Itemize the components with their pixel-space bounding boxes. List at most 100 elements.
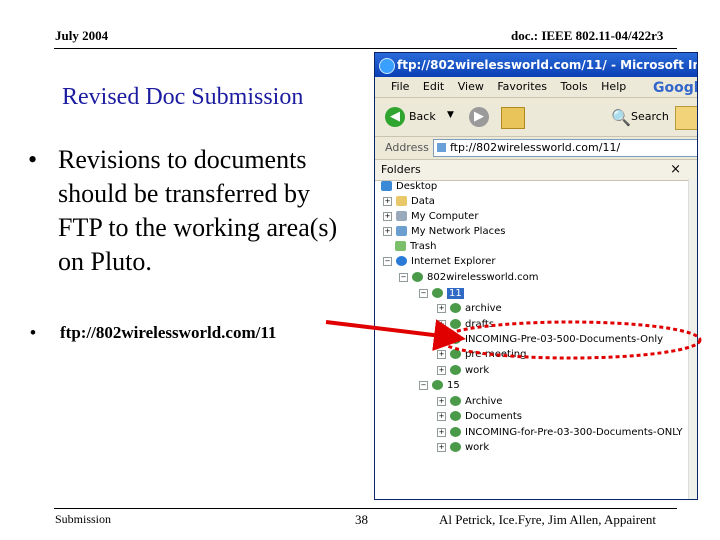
ftp-folder-icon [450, 396, 461, 406]
collapse-icon[interactable]: − [399, 272, 408, 282]
expand-icon[interactable]: + [383, 226, 392, 236]
ftp-folder-icon [450, 319, 461, 329]
tree-item[interactable]: + My Computer [383, 209, 478, 224]
ftp-folder-icon [450, 365, 461, 375]
collapse-icon[interactable]: − [419, 380, 428, 390]
page-number: 38 [355, 512, 368, 527]
chevron-down-icon[interactable]: ▼ [447, 110, 454, 120]
ftp-folder-icon [450, 442, 461, 452]
tree-item-label: drafts [465, 319, 495, 330]
tree-item[interactable]: − Internet Explorer [383, 254, 496, 269]
tree-item[interactable]: + work [437, 440, 489, 455]
tree-item[interactable]: + drafts [437, 317, 494, 332]
back-button-label[interactable]: Back [409, 110, 436, 123]
bullet-marker: • [28, 145, 38, 174]
menu-help[interactable]: Help [601, 80, 626, 93]
tree-item[interactable]: − 802wirelessworld.com [399, 270, 539, 285]
collapse-icon[interactable]: − [419, 288, 428, 298]
expand-icon[interactable]: + [383, 196, 392, 206]
google-logo: Googl [653, 80, 698, 96]
expand-icon[interactable]: + [437, 411, 446, 421]
address-input[interactable]: ftp://802wirelessworld.com/11/ [433, 139, 697, 157]
tree-item-label: work [465, 442, 490, 453]
tree-item[interactable]: + INCOMING-for-Pre-03-300-Documents-ONLY [437, 425, 683, 440]
expand-icon[interactable]: + [437, 396, 446, 406]
recycle-icon [395, 241, 406, 251]
tree-item-label: archive [465, 303, 502, 314]
menu-edit[interactable]: Edit [423, 80, 444, 93]
expand-icon[interactable]: + [383, 211, 392, 221]
slide-title: Revised Doc Submission [62, 84, 304, 110]
address-label: Address [385, 141, 429, 154]
toolbar: ◀ Back ▼ ▶ 🔍 Search [375, 98, 697, 137]
tree-item-label: INCOMING-Pre-03-500-Documents-Only [465, 334, 664, 345]
expand-icon[interactable]: + [437, 442, 446, 452]
footer-left: Submission [55, 512, 112, 526]
expand-icon[interactable]: + [437, 303, 446, 313]
internet-explorer-icon [396, 256, 407, 266]
network-icon [396, 226, 407, 236]
tree-item-label: 11 [447, 288, 464, 299]
ftp-folder-icon [450, 427, 461, 437]
tree-item[interactable]: + work [437, 363, 489, 378]
tree-item[interactable]: + archive [437, 301, 502, 316]
ftp-site-icon [412, 272, 423, 282]
search-icon[interactable]: 🔍 [611, 108, 631, 127]
expand-icon[interactable]: + [437, 319, 446, 329]
tree-item-label: Archive [465, 396, 503, 407]
menu-file[interactable]: File [391, 80, 409, 93]
tree-item-label: 802wirelessworld.com [427, 272, 539, 283]
tree-item[interactable]: − 15 [419, 378, 460, 393]
menu-tools[interactable]: Tools [561, 80, 588, 93]
tree-item[interactable]: + INCOMING-Pre-03-500-Documents-Only [437, 332, 663, 347]
expand-icon[interactable]: + [437, 365, 446, 375]
tree-item[interactable]: Desktop [381, 179, 437, 194]
tree-item-selected[interactable]: − 11 [419, 286, 464, 301]
header-divider [54, 48, 677, 49]
tree-item[interactable]: + Archive [437, 394, 502, 409]
menu-view[interactable]: View [458, 80, 484, 93]
ftp-url-text: ftp://802wirelessworld.com/11 [60, 323, 277, 342]
tree-item[interactable]: + Documents [437, 409, 522, 424]
tree-item[interactable]: Trash [395, 239, 436, 254]
ftp-folder-icon [450, 411, 461, 421]
bullet-text: Revisions to documents should be transfe… [58, 145, 338, 276]
forward-arrow-icon[interactable]: ▶ [469, 107, 489, 127]
folders-icon[interactable] [675, 106, 697, 130]
header-date: July 2004 [55, 28, 109, 43]
tree-item[interactable]: + My Network Places [383, 224, 505, 239]
folder-icon [396, 196, 407, 206]
tree-item-label: work [465, 365, 490, 376]
tree-item-label: My Network Places [411, 226, 506, 237]
ftp-folder-icon [432, 380, 443, 390]
menu-favorites[interactable]: Favorites [497, 80, 547, 93]
tree-item-label: Documents [465, 411, 523, 422]
tree-item-label: pre-meeting [465, 349, 527, 360]
address-bar: Address ftp://802wirelessworld.com/11/ [375, 137, 697, 160]
expand-icon[interactable]: + [437, 349, 446, 359]
footer-divider [54, 508, 677, 509]
expand-icon[interactable]: + [437, 427, 446, 437]
tree-item-label: Trash [410, 241, 437, 252]
close-icon[interactable]: × [670, 160, 681, 180]
tree-item-label: Data [411, 196, 435, 207]
window-title: ftp://802wirelessworld.com/11/ - Microso… [397, 58, 697, 72]
ftp-folder-icon [450, 334, 461, 344]
up-folder-icon[interactable] [501, 107, 525, 129]
ftp-folder-icon [450, 303, 461, 313]
tree-item-label: Internet Explorer [411, 256, 496, 267]
expand-icon[interactable]: + [437, 334, 446, 344]
bullet-marker: • [30, 323, 36, 342]
footer-authors: Al Petrick, Ice.Fyre, Jim Allen, Appaire… [439, 512, 656, 527]
folders-scrollbar[interactable] [688, 179, 697, 499]
tree-item-label: Desktop [396, 181, 438, 192]
folders-pane-header: Folders × [375, 160, 697, 181]
ftp-folder-icon [450, 349, 461, 359]
back-arrow-icon[interactable]: ◀ [385, 107, 405, 127]
tree-item[interactable]: + pre-meeting [437, 347, 526, 362]
collapse-icon[interactable]: − [383, 256, 392, 266]
tree-item-label: INCOMING-for-Pre-03-300-Documents-ONLY [465, 427, 683, 438]
folders-title: Folders [381, 163, 421, 176]
tree-item[interactable]: + Data [383, 194, 435, 209]
search-button-label[interactable]: Search [631, 110, 669, 123]
